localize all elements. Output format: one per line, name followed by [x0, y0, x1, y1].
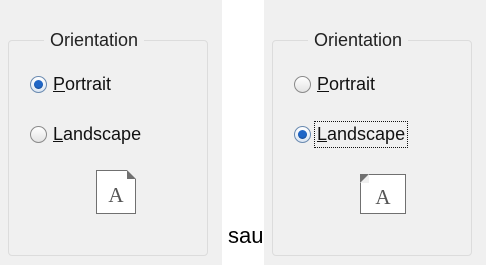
landscape-label: Landscape — [53, 124, 142, 144]
radio-unchecked-icon[interactable] — [30, 126, 47, 143]
portrait-radio-option[interactable]: Portrait — [30, 74, 111, 95]
radio-checked-icon[interactable] — [294, 126, 311, 143]
landscape-radio-option[interactable]: Landscape — [294, 121, 409, 148]
page-corner-fold-icon — [127, 170, 136, 179]
landscape-radio-option[interactable]: Landscape — [30, 124, 141, 145]
portrait-label: Portrait — [317, 74, 376, 94]
orientation-panel-left: Orientation Portrait Landscape A — [0, 0, 222, 265]
orientation-groupbox — [8, 40, 208, 256]
orientation-groupbox — [272, 40, 472, 256]
group-title: Orientation — [308, 30, 409, 51]
landscape-label: Landscape — [313, 121, 409, 148]
page-corner-fold-icon — [360, 174, 369, 183]
portrait-label: Portrait — [53, 74, 112, 94]
radio-checked-icon[interactable] — [30, 76, 47, 93]
portrait-radio-option[interactable]: Portrait — [294, 74, 375, 95]
preview-letter: A — [108, 183, 124, 207]
group-title: Orientation — [44, 30, 145, 51]
radio-unchecked-icon[interactable] — [294, 76, 311, 93]
caption-text: sau — [228, 223, 264, 248]
landscape-page-preview-icon: A — [360, 174, 406, 214]
preview-letter: A — [375, 185, 391, 209]
orientation-panel-right: Orientation Portrait Landscape A — [264, 0, 486, 265]
portrait-page-preview-icon: A — [96, 170, 136, 214]
